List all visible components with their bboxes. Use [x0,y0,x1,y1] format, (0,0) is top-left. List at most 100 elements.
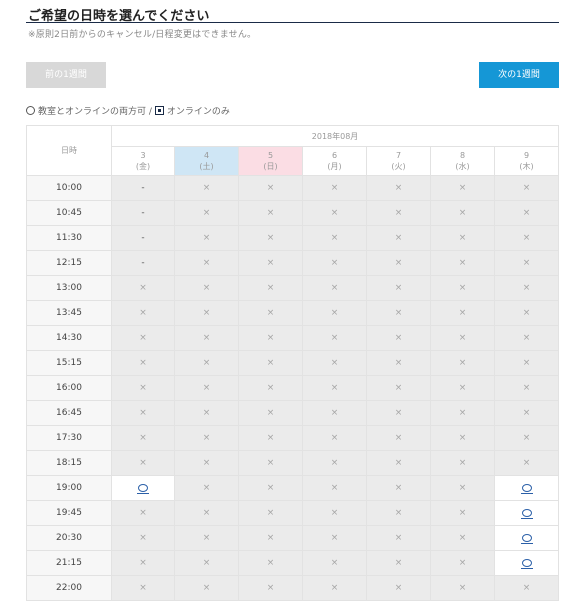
unavailable-slot: × [174,200,239,226]
unavailable-slot: × [430,500,495,526]
unavailable-slot: × [174,575,239,601]
available-slot[interactable] [493,500,560,526]
unavailable-slot: × [366,350,431,376]
available-slot[interactable] [111,475,175,501]
time-label: 19:00 [26,475,112,501]
unavailable-slot: × [430,425,495,451]
unavailable-slot: × [174,375,239,401]
day-header: 9 (木) [493,146,560,176]
unavailable-slot: × [238,250,303,276]
time-row: 11:30- × × × × × × [26,225,560,251]
day-of-week: (火) [391,162,406,171]
unavailable-slot: × [366,300,431,326]
available-slot[interactable] [493,525,560,551]
time-label: 18:15 [26,450,112,476]
time-label: 14:30 [26,325,112,351]
time-label: 16:45 [26,400,112,426]
unavailable-slot: × [174,325,239,351]
closed-slot: - [111,225,175,251]
unavailable-slot: × [430,475,495,501]
unavailable-slot: × [430,525,495,551]
unavailable-slot: × [493,375,560,401]
available-slot[interactable] [493,475,560,501]
day-header: 5 (日) [238,146,303,176]
time-row: 18:15 × × × × × × × [26,450,560,476]
cancellation-note: ※原則2日前からのキャンセル/日程変更はできません。 [28,30,257,40]
legend: 教室とオンラインの両方可 / オンラインのみ [26,104,230,117]
time-label: 13:45 [26,300,112,326]
unavailable-slot: × [430,275,495,301]
available-slot[interactable] [493,550,560,576]
time-row: 10:00- × × × × × × [26,175,560,201]
time-row: 10:45- × × × × × × [26,200,560,226]
unavailable-slot: × [493,575,560,601]
day-number: 3 [140,151,146,160]
unavailable-slot: × [430,200,495,226]
unavailable-slot: × [302,475,367,501]
unavailable-slot: × [238,275,303,301]
unavailable-slot: × [366,250,431,276]
time-row: 19:45 × × × × × × [26,500,560,526]
available-circle-icon [520,508,533,519]
unavailable-slot: × [493,450,560,476]
unavailable-slot: × [493,300,560,326]
unavailable-slot: × [302,550,367,576]
unavailable-slot: × [174,475,239,501]
unavailable-slot: × [111,525,175,551]
day-header: 7 (火) [366,146,431,176]
prev-week-button[interactable]: 前の1週間 [26,62,106,88]
day-header: 8 (水) [430,146,495,176]
next-week-button[interactable]: 次の1週間 [479,62,559,88]
unavailable-slot: × [366,575,431,601]
unavailable-slot: × [366,550,431,576]
time-label: 17:30 [26,425,112,451]
time-label: 10:00 [26,175,112,201]
time-row: 12:15- × × × × × × [26,250,560,276]
unavailable-slot: × [430,325,495,351]
unavailable-slot: × [430,400,495,426]
unavailable-slot: × [238,575,303,601]
legend-both-label: 教室とオンラインの両方可 / [38,107,152,117]
available-circle-icon [520,483,533,494]
day-of-week: (木) [519,162,534,171]
unavailable-slot: × [302,225,367,251]
unavailable-slot: × [111,400,175,426]
unavailable-slot: × [238,300,303,326]
unavailable-slot: × [493,350,560,376]
unavailable-slot: × [430,550,495,576]
time-row: 21:15 × × × × × × [26,550,560,576]
unavailable-slot: × [366,225,431,251]
unavailable-slot: × [111,325,175,351]
unavailable-slot: × [302,500,367,526]
time-label: 10:45 [26,200,112,226]
unavailable-slot: × [302,250,367,276]
unavailable-slot: × [174,275,239,301]
unavailable-slot: × [111,425,175,451]
unavailable-slot: × [493,325,560,351]
unavailable-slot: × [174,250,239,276]
unavailable-slot: × [430,375,495,401]
unavailable-slot: × [430,175,495,201]
closed-slot: - [111,200,175,226]
slot-body: 10:00- × × × × × × 10:45- × × × × × × 11:30- × × × × × × 12:1… [26,175,560,601]
unavailable-slot: × [174,175,239,201]
unavailable-slot: × [238,450,303,476]
day-number: 6 [331,151,338,160]
day-of-week: (日) [263,162,278,171]
available-circle-icon [137,483,149,494]
unavailable-slot: × [111,550,175,576]
unavailable-slot: × [302,400,367,426]
unavailable-slot: × [111,375,175,401]
unavailable-slot: × [238,325,303,351]
day-of-week: (月) [327,162,342,171]
available-circle-icon [520,558,533,569]
unavailable-slot: × [493,275,560,301]
day-header: 4 (土) [174,146,239,176]
time-label: 11:30 [26,225,112,251]
time-row: 20:30 × × × × × × [26,525,560,551]
unavailable-slot: × [174,450,239,476]
unavailable-slot: × [366,475,431,501]
time-row: 16:45 × × × × × × × [26,400,560,426]
unavailable-slot: × [302,375,367,401]
unavailable-slot: × [174,500,239,526]
